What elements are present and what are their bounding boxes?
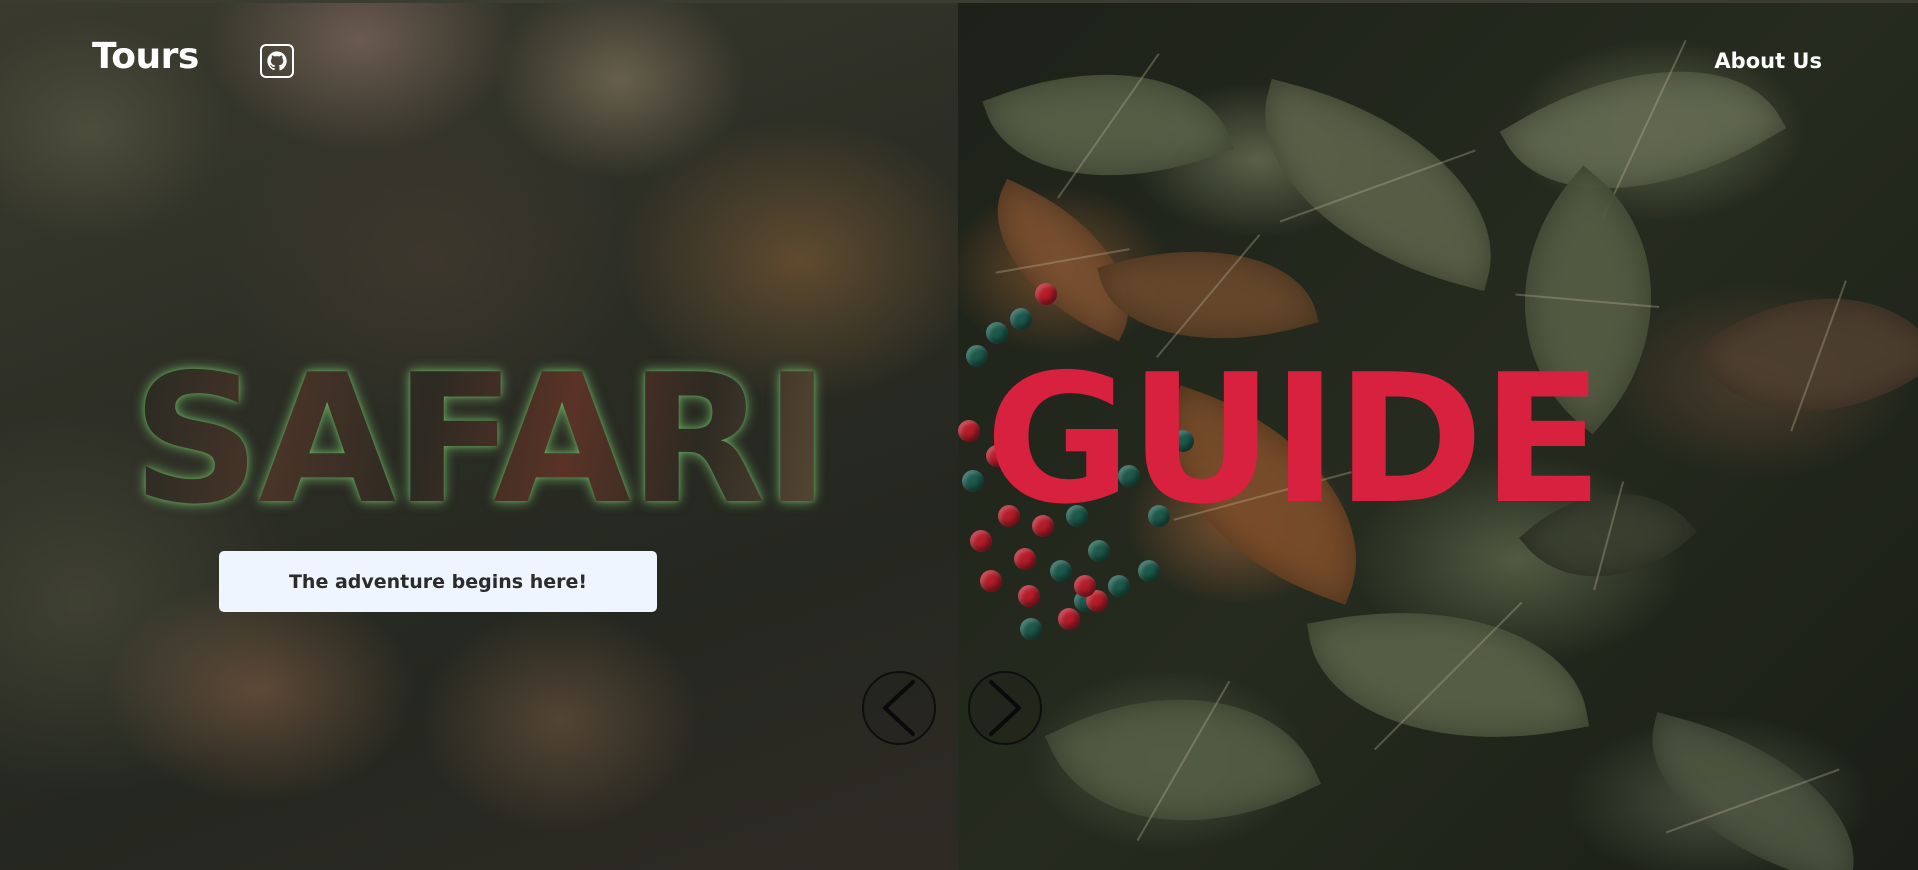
github-icon xyxy=(267,51,287,71)
leaf xyxy=(1233,78,1523,292)
berry xyxy=(1035,283,1057,305)
hero-title: SAFARI GUIDE xyxy=(132,350,1603,530)
berry xyxy=(1088,540,1110,562)
berry xyxy=(1018,585,1040,607)
about-us-link[interactable]: About Us xyxy=(1714,49,1822,73)
berry xyxy=(1010,308,1032,330)
berry xyxy=(1138,560,1160,582)
slider-prev-button[interactable] xyxy=(862,671,936,745)
adventure-button[interactable]: The adventure begins here! xyxy=(219,551,657,612)
berry xyxy=(962,470,984,492)
leaf xyxy=(1499,6,1787,254)
leaf xyxy=(1044,638,1322,870)
berry xyxy=(958,420,980,442)
berry xyxy=(1050,560,1072,582)
chevron-left-icon xyxy=(883,680,915,736)
leaf xyxy=(1693,236,1918,474)
berry xyxy=(980,570,1002,592)
hero-title-right: GUIDE xyxy=(985,336,1603,543)
leaf xyxy=(1626,712,1880,870)
berry xyxy=(1108,575,1130,597)
berry xyxy=(1014,548,1036,570)
hero-title-left: SAFARI xyxy=(132,336,830,543)
chevron-right-icon xyxy=(989,680,1021,736)
github-link[interactable] xyxy=(260,44,294,78)
berry xyxy=(1058,608,1080,630)
brand-logo[interactable]: Tours xyxy=(92,36,199,77)
page-top-border xyxy=(0,0,1918,3)
berry xyxy=(1074,575,1096,597)
berry xyxy=(1020,618,1042,640)
leaf xyxy=(1306,578,1590,772)
slider-next-button[interactable] xyxy=(968,671,1042,745)
